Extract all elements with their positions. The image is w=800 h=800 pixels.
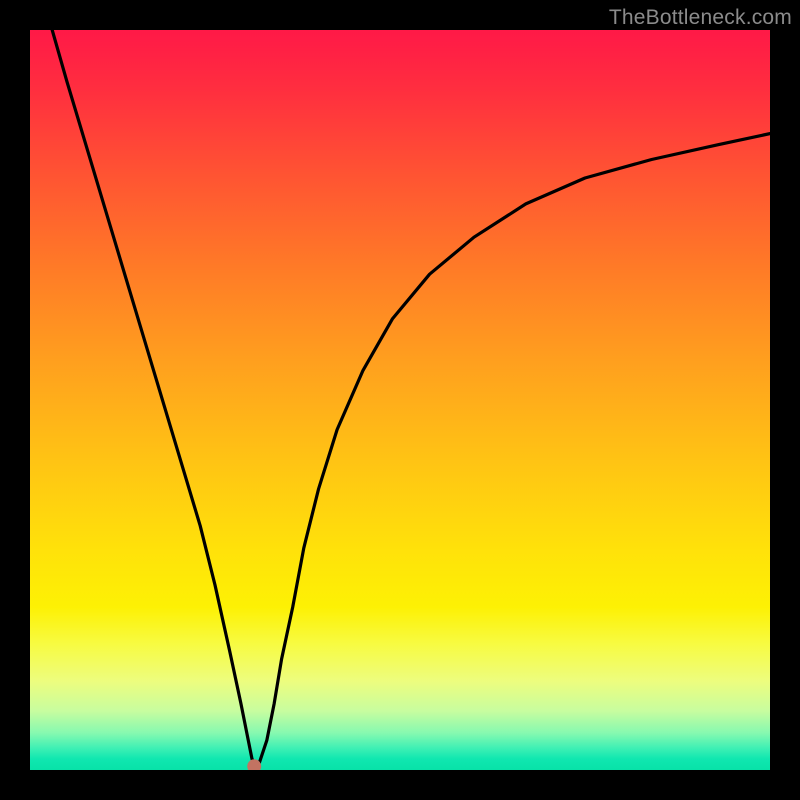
watermark-text: TheBottleneck.com xyxy=(609,6,792,30)
chart-container: TheBottleneck.com xyxy=(0,0,800,800)
bottleneck-curve xyxy=(52,30,770,766)
curve-svg xyxy=(30,30,770,770)
plot-area xyxy=(30,30,770,770)
